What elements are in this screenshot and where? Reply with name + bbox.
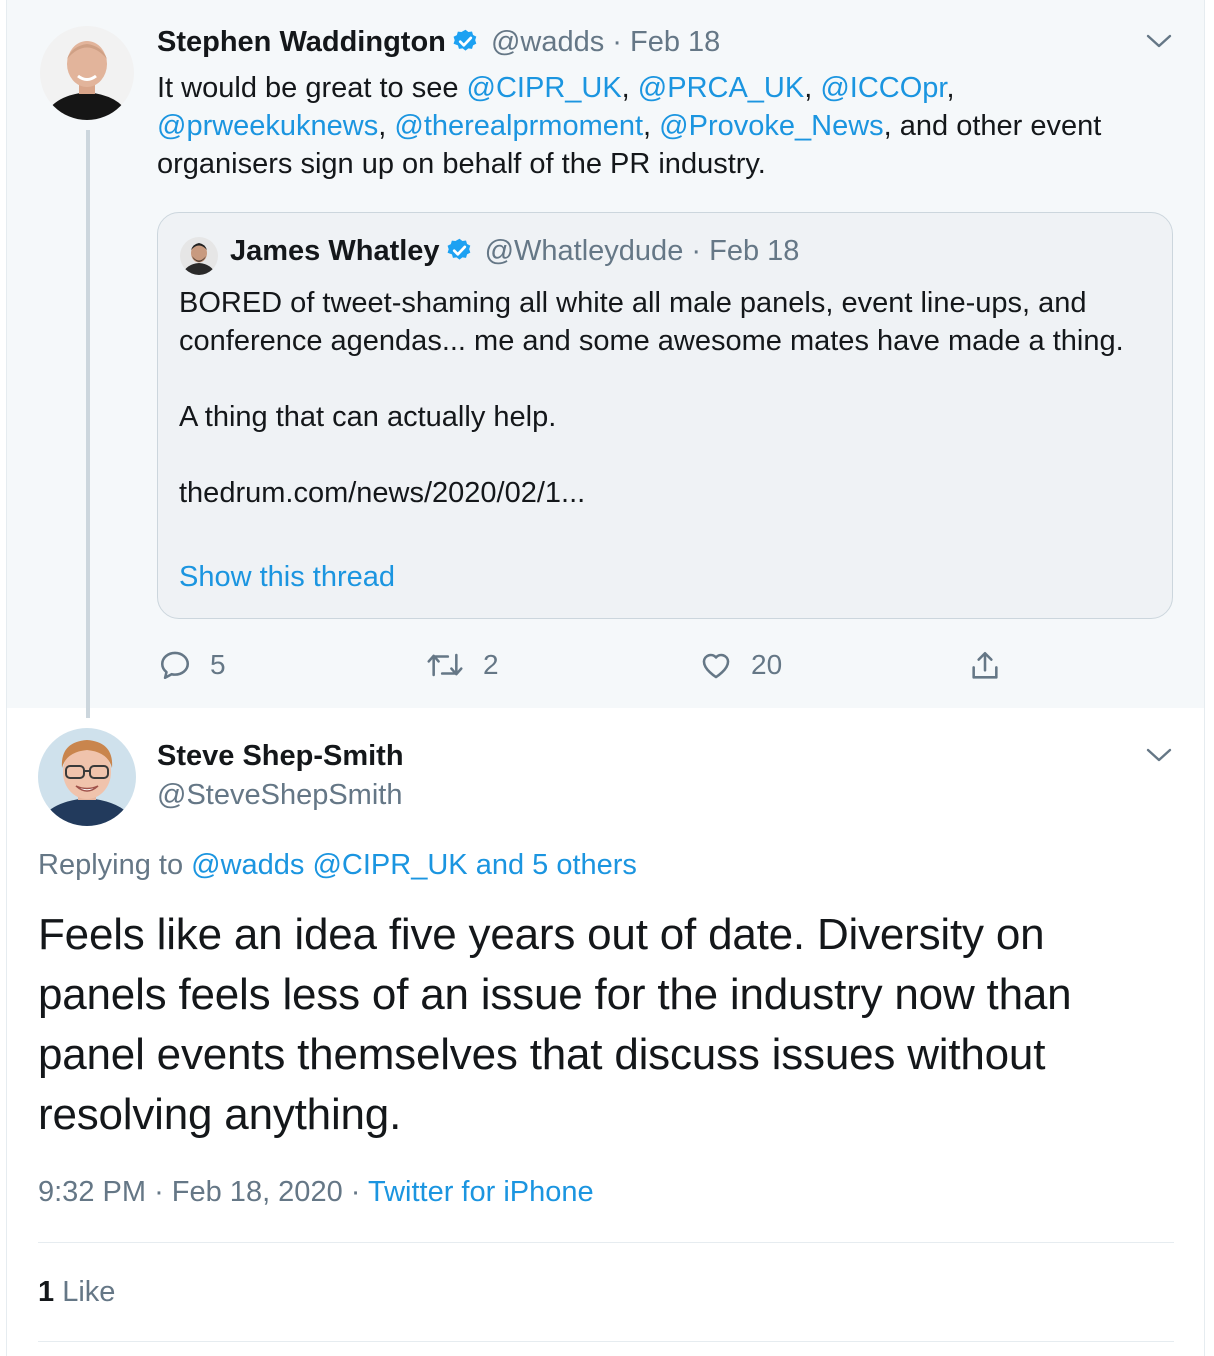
divider xyxy=(38,1341,1174,1342)
separator-dot: · xyxy=(350,1176,368,1208)
like-count: 20 xyxy=(751,649,783,680)
reply-count: 5 xyxy=(210,649,226,680)
tweet-date[interactable]: Feb 18, 2020 xyxy=(172,1176,343,1208)
quoted-tweet-text: BORED of tweet-shaming all white all mal… xyxy=(179,284,1154,512)
verified-badge-icon xyxy=(452,28,479,63)
author-handle: @Whatleydude xyxy=(484,235,684,267)
avatar[interactable] xyxy=(40,26,134,120)
tweet-time[interactable]: 9:32 PM xyxy=(38,1176,146,1208)
thread-connector-line xyxy=(86,130,90,718)
tweet-source-link[interactable]: Twitter for iPhone xyxy=(368,1176,594,1208)
separator-dot: · xyxy=(691,235,710,267)
tweet-meta: 9:32 PM · Feb 18, 2020 · Twitter for iPh… xyxy=(38,1176,594,1209)
tweet-actions: 5 2 20 xyxy=(0,648,1214,692)
divider xyxy=(38,1242,1174,1243)
quoted-tweet-header: James Whatley @Whatleydude · Feb 18 xyxy=(230,235,799,272)
likes-summary[interactable]: 1 Like xyxy=(38,1276,115,1309)
mention-link[interactable]: @Provoke_News xyxy=(659,110,883,142)
tweet-header: Stephen Waddington @wadds · Feb 18 xyxy=(157,26,720,63)
chevron-down-icon[interactable] xyxy=(1145,746,1173,764)
mention-link[interactable]: @therealprmoment xyxy=(394,110,643,142)
separator-dot: · xyxy=(154,1176,172,1208)
mention-link[interactable]: @prweekuknews xyxy=(157,110,378,142)
retweet-icon xyxy=(427,653,463,677)
share-button[interactable] xyxy=(968,648,1020,684)
quoted-paragraph: BORED of tweet-shaming all white all mal… xyxy=(179,287,1124,357)
verified-badge-icon xyxy=(446,237,473,272)
tweet-date: Feb 18 xyxy=(709,235,800,267)
replying-others-link[interactable]: and 5 others xyxy=(476,849,637,881)
author-name[interactable]: Steve Shep-Smith xyxy=(157,740,404,773)
replying-mentions-link[interactable]: @wadds @CIPR_UK xyxy=(191,849,467,881)
author-name: James Whatley xyxy=(230,235,440,267)
retweet-count: 2 xyxy=(483,649,499,680)
avatar[interactable] xyxy=(38,728,136,826)
likes-label: Like xyxy=(62,1276,116,1308)
quoted-url: thedrum.com/news/2020/02/1... xyxy=(179,477,586,509)
chevron-down-icon[interactable] xyxy=(1145,32,1173,50)
retweet-button[interactable]: 2 xyxy=(425,648,499,682)
likes-count: 1 xyxy=(38,1276,55,1308)
mention-link[interactable]: @CIPR_UK xyxy=(467,72,622,104)
share-icon xyxy=(972,651,998,679)
mention-link[interactable]: @ICCOpr xyxy=(820,72,946,104)
author-handle[interactable]: @SteveShepSmith xyxy=(157,779,402,812)
reply-icon xyxy=(160,651,190,680)
tweet-text: It would be great to see @CIPR_UK, @PRCA… xyxy=(157,72,1102,180)
tweet-date[interactable]: Feb 18 xyxy=(630,26,720,58)
heart-icon xyxy=(702,653,730,679)
tweet-text: Feels like an idea five years out of dat… xyxy=(38,910,1072,1139)
author-name[interactable]: Stephen Waddington xyxy=(157,26,446,58)
quoted-tweet-card[interactable]: James Whatley @Whatleydude · Feb 18 BORE… xyxy=(157,212,1173,619)
reply-button[interactable]: 5 xyxy=(158,648,226,682)
quoted-paragraph: A thing that can actually help. xyxy=(179,401,557,433)
separator-dot: · xyxy=(612,26,631,58)
avatar xyxy=(180,237,218,275)
mention-link[interactable]: @PRCA_UK xyxy=(638,72,804,104)
author-handle[interactable]: @wadds xyxy=(491,26,604,58)
replying-to: Replying to @wadds @CIPR_UK and 5 others xyxy=(38,849,637,882)
replying-label: Replying to xyxy=(38,849,184,881)
like-button[interactable]: 20 xyxy=(699,648,782,682)
show-thread-link[interactable]: Show this thread xyxy=(179,561,395,594)
